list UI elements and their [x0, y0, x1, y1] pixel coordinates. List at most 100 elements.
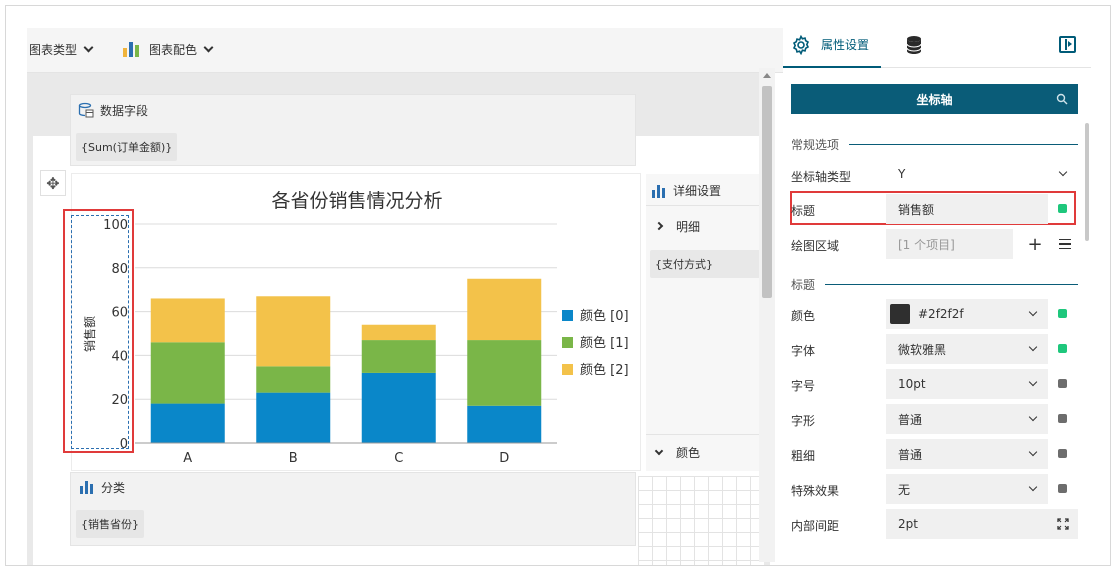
- detail-settings-header: 详细设置: [646, 176, 764, 206]
- gear-icon: [792, 34, 810, 55]
- style-select[interactable]: 普通: [886, 404, 1048, 434]
- weight-value: 普通: [898, 447, 923, 462]
- detail-settings-title: 详细设置: [673, 184, 722, 198]
- title-input[interactable]: 销售额: [886, 194, 1048, 224]
- color-section-expander[interactable]: 颜色: [646, 434, 764, 470]
- panel-tabs: 属性设置: [783, 23, 1091, 68]
- bar-segment: [150, 403, 225, 443]
- category-zone[interactable]: [70, 472, 636, 546]
- bar-segment: [361, 340, 436, 373]
- section-general: 常规选项: [791, 136, 1078, 152]
- category-header: 分类: [80, 479, 125, 495]
- chevron-down-icon: [1028, 377, 1038, 387]
- title-value: 销售额: [898, 202, 935, 217]
- axis-type-value: Y: [898, 167, 906, 181]
- chevron-down-icon: [203, 42, 214, 52]
- style-value: 普通: [898, 412, 923, 427]
- axis-type-label: 坐标轴类型: [791, 170, 852, 184]
- tab-data-source[interactable]: [905, 35, 923, 58]
- x-tick-label: A: [183, 451, 192, 466]
- font-select[interactable]: 微软雅黑: [886, 334, 1048, 364]
- bar-segment: [256, 296, 331, 367]
- title-label: 标题: [791, 204, 816, 218]
- detail-settings-panel: 详细设置 明细 {支付方式} 颜色: [646, 174, 764, 471]
- chevron-down-icon: [1028, 447, 1038, 457]
- panel-scrollbar[interactable]: [1085, 123, 1089, 241]
- chevron-down-icon: [654, 446, 664, 455]
- menu-icon[interactable]: [1050, 229, 1080, 259]
- chevron-down-icon: [1028, 412, 1038, 422]
- legend-label: 颜色 [0]: [580, 308, 629, 324]
- bar-segment: [256, 392, 331, 443]
- property-panel: 属性设置 坐标轴 常规选项 坐标轴类型 Y 标题 销售额 绘图区域 [1 个项目…: [783, 23, 1091, 562]
- size-select[interactable]: 10pt: [886, 369, 1048, 399]
- bar-chart-icon: [123, 41, 139, 57]
- detail-expander[interactable]: 明细: [646, 214, 764, 238]
- bar-segment: [256, 366, 331, 393]
- color-section-label: 颜色: [676, 446, 701, 460]
- bar-segment: [467, 405, 542, 443]
- bar-segment: [467, 340, 542, 406]
- plot-area-value: [1 个项目]: [898, 237, 955, 252]
- chart-color-dropdown[interactable]: 图表配色: [123, 28, 214, 70]
- padding-value: 2pt: [898, 517, 918, 531]
- tab-properties-label: 属性设置: [821, 38, 870, 52]
- font-value: 微软雅黑: [898, 342, 947, 357]
- size-status-dot[interactable]: [1058, 379, 1067, 388]
- scroll-up-icon[interactable]: [763, 73, 771, 78]
- chevron-down-icon: [1028, 342, 1038, 352]
- stacked-bar-chart: 各省份销售情况分析020406080100销售额A B C D颜色 [0]颜色 [1]…: [82, 190, 629, 466]
- axis-selector-button[interactable]: 坐标轴: [791, 84, 1078, 114]
- font-label: 字体: [791, 344, 816, 358]
- plot-area-field[interactable]: [1 个项目]: [886, 229, 1013, 259]
- x-tick-label: B: [289, 451, 298, 466]
- legend-swatch: [562, 364, 573, 375]
- data-field-header: 数据字段: [78, 102, 148, 118]
- color-status-dot[interactable]: [1058, 309, 1067, 318]
- padding-field[interactable]: 2pt: [886, 509, 1078, 539]
- chart-toolbar: 图表类型 图表配色: [27, 28, 788, 73]
- move-handle-icon[interactable]: ✥: [40, 170, 66, 196]
- color-select[interactable]: #2f2f2f: [886, 299, 1048, 329]
- effect-select[interactable]: 无: [886, 474, 1048, 504]
- plot-area-label: 绘图区域: [791, 239, 840, 253]
- data-field-chip[interactable]: {Sum(订单金额)}: [76, 133, 178, 161]
- chart-container[interactable]: 各省份销售情况分析 0 20 40 60 80 100 销售额 A B C D 颜色 [0] 颜色 [1]…: [71, 173, 641, 471]
- legend-label: 颜色 [1]: [580, 335, 629, 351]
- axis-type-select[interactable]: Y: [886, 159, 1078, 189]
- category-chip[interactable]: {销售省份}: [76, 510, 144, 538]
- section-general-label: 常规选项: [791, 137, 840, 152]
- size-value: 10pt: [898, 377, 926, 391]
- chart-type-label: 图表类型: [29, 42, 78, 57]
- weight-select[interactable]: 普通: [886, 439, 1048, 469]
- chart-color-label: 图表配色: [149, 42, 198, 57]
- chart-type-dropdown[interactable]: 图表类型: [29, 28, 94, 70]
- title-status-dot[interactable]: [1058, 204, 1067, 213]
- y-axis-selection[interactable]: [71, 215, 129, 449]
- chart-title: 各省份销售情况分析: [271, 190, 442, 212]
- font-status-dot[interactable]: [1058, 344, 1067, 353]
- bar-segment: [361, 324, 436, 341]
- effect-label: 特殊效果: [791, 484, 840, 498]
- designer-window: 图表类型 图表配色 数据字段 {Sum(订单金额)} ✥ 各省份销售情况分析 0 2…: [5, 5, 1111, 566]
- legend-swatch: [562, 337, 573, 348]
- chevron-down-icon: [1058, 167, 1068, 177]
- legend-label: 颜色 [2]: [580, 362, 629, 378]
- bar-segment: [361, 372, 436, 443]
- tab-properties[interactable]: 属性设置: [783, 23, 881, 68]
- category-title: 分类: [101, 480, 126, 495]
- panel-collapse-icon[interactable]: [1059, 36, 1076, 53]
- style-status-dot[interactable]: [1058, 414, 1067, 423]
- section-title-label: 标题: [791, 277, 816, 292]
- size-label: 字号: [791, 379, 816, 393]
- detail-chip[interactable]: {支付方式}: [650, 250, 762, 278]
- bar-segment: [150, 298, 225, 343]
- add-icon[interactable]: +: [1020, 229, 1050, 259]
- expand-icon: [1057, 518, 1069, 530]
- canvas-scroll-thumb[interactable]: [762, 86, 772, 298]
- database-icon: [906, 36, 922, 54]
- section-title: 标题: [791, 276, 1078, 292]
- search-icon: [1056, 93, 1068, 105]
- weight-status-dot[interactable]: [1058, 449, 1067, 458]
- effect-status-dot[interactable]: [1058, 484, 1067, 493]
